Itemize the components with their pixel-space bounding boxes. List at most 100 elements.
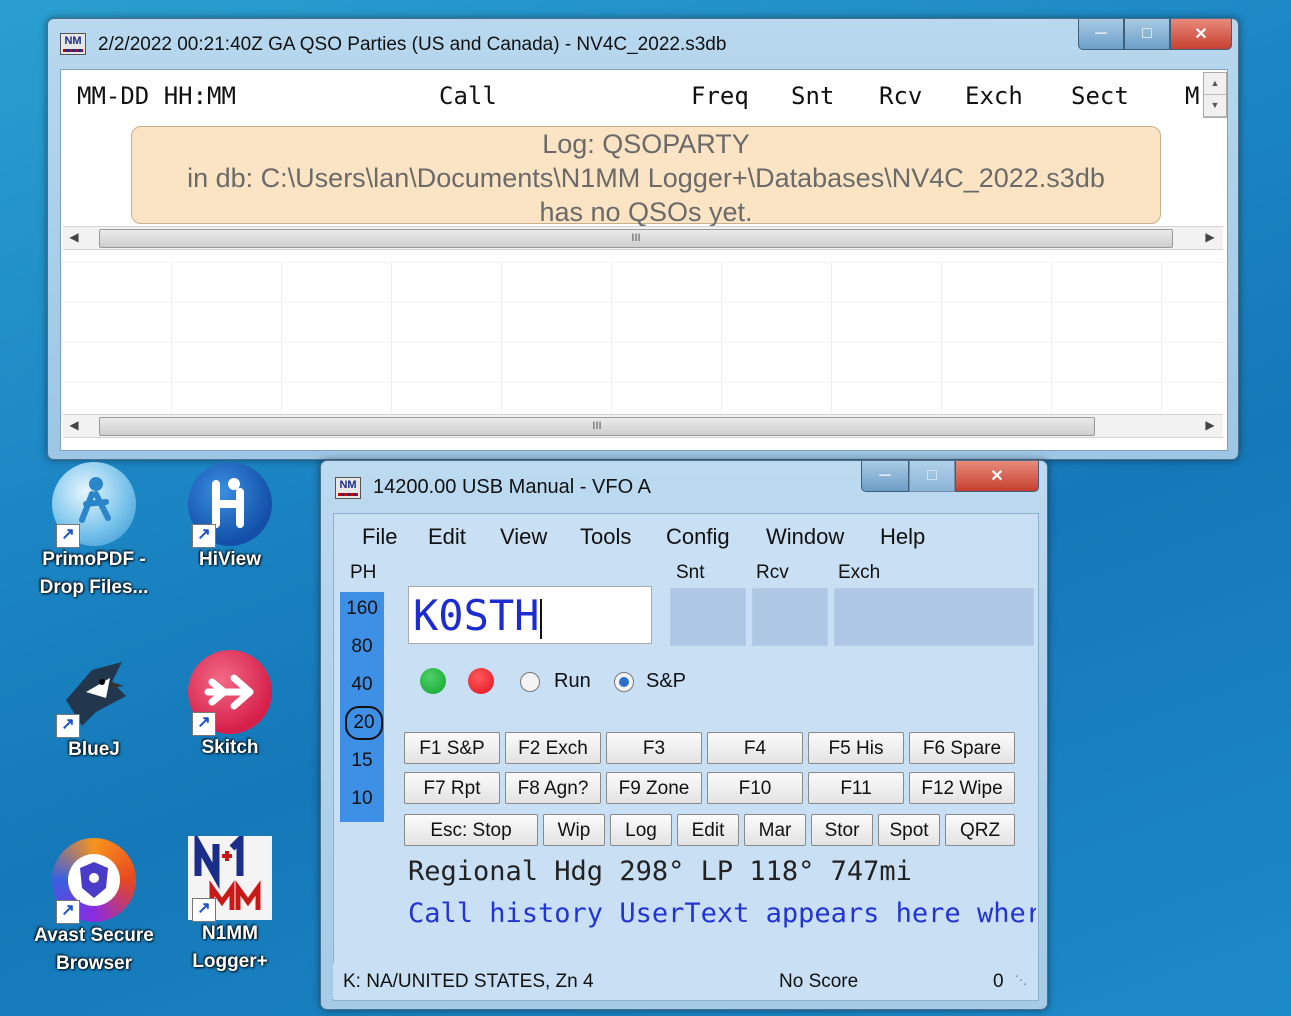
minimize-button[interactable]: ─ xyxy=(861,461,909,492)
shortcut-arrow-icon: ↗ xyxy=(56,524,80,548)
log-horizontal-scrollbar-top[interactable]: ◀ III ▶ xyxy=(63,226,1223,250)
band-160[interactable]: 160 xyxy=(340,598,384,620)
band-15[interactable]: 15 xyxy=(340,750,384,772)
green-status-light xyxy=(420,668,446,694)
scroll-left-icon[interactable]: ◀ xyxy=(67,230,81,244)
status-score: No Score xyxy=(779,971,859,992)
rcv-input[interactable] xyxy=(752,588,828,646)
column-date-time[interactable]: MM-DD HH:MM xyxy=(77,82,236,110)
scroll-up-icon[interactable]: ▲ xyxy=(1204,73,1226,95)
n1mm-icon: ↗ xyxy=(188,830,272,922)
resize-grip-icon[interactable]: ⋱ xyxy=(1015,973,1027,987)
hiview-icon: ↗ xyxy=(188,462,272,548)
f8-agn-button[interactable]: F8 Agn? xyxy=(505,772,601,804)
scroll-grip: III xyxy=(631,232,641,244)
f9-zone-button[interactable]: F9 Zone xyxy=(606,772,702,804)
menu-config[interactable]: Config xyxy=(666,524,730,550)
scroll-right-icon[interactable]: ▶ xyxy=(1203,418,1217,432)
heading-info: Regional Hdg 298° LP 118° 747mi xyxy=(408,856,912,887)
column-freq[interactable]: Freq xyxy=(691,82,749,110)
desktop-icon-skitch[interactable]: ↗ Skitch xyxy=(170,650,290,762)
scroll-right-icon[interactable]: ▶ xyxy=(1203,230,1217,244)
f11-button[interactable]: F11 xyxy=(808,772,904,804)
desktop-icon-avast[interactable]: ↗ Avast Secure Browser xyxy=(34,838,154,978)
run-label: Run xyxy=(554,670,591,692)
shortcut-arrow-icon: ↗ xyxy=(192,524,216,548)
f6-spare-button[interactable]: F6 Spare xyxy=(909,732,1015,764)
menu-window[interactable]: Window xyxy=(766,524,844,550)
f2-exch-button[interactable]: F2 Exch xyxy=(505,732,601,764)
mark-button[interactable]: Mar xyxy=(744,814,806,846)
maximize-button[interactable]: □ xyxy=(1124,19,1170,50)
band-20-selected[interactable]: 20 xyxy=(345,706,383,740)
no-qsos-message: Log: QSOPARTY in db: C:\Users\lan\Docume… xyxy=(131,126,1161,227)
scroll-thumb[interactable]: III xyxy=(99,417,1095,436)
callsign-input[interactable]: K0STH xyxy=(408,586,652,644)
log-secondary-grid[interactable] xyxy=(61,262,1227,422)
band-10[interactable]: 10 xyxy=(340,788,384,810)
run-radio[interactable] xyxy=(520,672,540,692)
band-80[interactable]: 80 xyxy=(340,636,384,658)
menu-file[interactable]: File xyxy=(362,524,397,550)
close-button[interactable]: ✕ xyxy=(1170,19,1232,50)
rcv-label: Rcv xyxy=(756,562,789,583)
scroll-thumb[interactable]: III xyxy=(99,229,1173,248)
entry-window-title: 14200.00 USB Manual - VFO A xyxy=(373,476,651,498)
mode-label[interactable]: PH xyxy=(350,562,376,584)
snt-input[interactable] xyxy=(670,588,746,646)
entry-window-body: File Edit View Tools Config Window Help … xyxy=(333,513,1039,1001)
scroll-down-icon[interactable]: ▼ xyxy=(1204,95,1226,117)
desktop-icon-hiview[interactable]: ↗ HiView xyxy=(170,462,290,574)
call-history-text: Call history UserText appears here wher xyxy=(408,898,1036,929)
menu-edit[interactable]: Edit xyxy=(428,524,466,550)
f5-his-button[interactable]: F5 His xyxy=(808,732,904,764)
band-40[interactable]: 40 xyxy=(340,674,384,696)
menu-help[interactable]: Help xyxy=(880,524,925,550)
spot-button[interactable]: Spot xyxy=(878,814,940,846)
callsign-value: K0STH xyxy=(413,591,540,640)
column-sect[interactable]: Sect xyxy=(1071,82,1129,110)
log-horizontal-scrollbar-bottom[interactable]: ◀ III ▶ xyxy=(63,414,1223,438)
column-rcv[interactable]: Rcv xyxy=(879,82,922,110)
minimize-button[interactable]: ─ xyxy=(1078,19,1124,50)
f12-wipe-button[interactable]: F12 Wipe xyxy=(909,772,1015,804)
scroll-left-icon[interactable]: ◀ xyxy=(67,418,81,432)
log-window-titlebar[interactable]: NM 2/2/2022 00:21:40Z GA QSO Parties (US… xyxy=(48,19,1238,69)
log-vertical-scrollbar[interactable]: ▲ ▼ xyxy=(1203,72,1227,118)
f3-button[interactable]: F3 xyxy=(606,732,702,764)
desktop-icon-n1mm[interactable]: ↗ N1MM Logger+ xyxy=(170,830,290,976)
f10-button[interactable]: F10 xyxy=(707,772,803,804)
exch-label: Exch xyxy=(838,562,881,583)
edit-button[interactable]: Edit xyxy=(677,814,739,846)
store-button[interactable]: Stor xyxy=(811,814,873,846)
exch-input[interactable] xyxy=(834,588,1034,646)
close-button[interactable]: ✕ xyxy=(955,461,1039,492)
status-bar: K: NA/UNITED STATES, Zn 4 No Score 0 ⋱ xyxy=(333,963,1037,999)
f1-sp-button[interactable]: F1 S&P xyxy=(404,732,500,764)
log-grid[interactable]: MM-DD HH:MM Call Freq Snt Rcv Exch Sect … xyxy=(60,69,1228,451)
primopdf-icon: ↗ xyxy=(52,462,136,548)
f4-button[interactable]: F4 xyxy=(707,732,803,764)
column-exch[interactable]: Exch xyxy=(965,82,1023,110)
shortcut-arrow-icon: ↗ xyxy=(56,714,80,738)
qrz-button[interactable]: QRZ xyxy=(945,814,1015,846)
close-icon: ✕ xyxy=(990,468,1004,485)
sp-radio-selected[interactable] xyxy=(614,672,634,692)
column-snt[interactable]: Snt xyxy=(791,82,834,110)
column-call[interactable]: Call xyxy=(439,82,497,110)
snt-label: Snt xyxy=(676,562,705,583)
column-m-partial[interactable]: M xyxy=(1185,82,1199,110)
wipe-button[interactable]: Wip xyxy=(543,814,605,846)
f7-rpt-button[interactable]: F7 Rpt xyxy=(404,772,500,804)
entry-window-titlebar[interactable]: NM 14200.00 USB Manual - VFO A ─ □ ✕ xyxy=(321,461,1047,511)
esc-stop-button[interactable]: Esc: Stop xyxy=(404,814,538,846)
message-line-2: in db: C:\Users\lan\Documents\N1MM Logge… xyxy=(187,163,1105,193)
menu-tools[interactable]: Tools xyxy=(580,524,631,550)
maximize-icon: □ xyxy=(927,467,937,484)
log-button[interactable]: Log xyxy=(610,814,672,846)
desktop-icon-primopdf[interactable]: ↗ PrimoPDF - Drop Files... xyxy=(34,462,154,602)
close-icon: ✕ xyxy=(1194,26,1208,43)
desktop-icon-label: HiView xyxy=(199,549,261,570)
desktop-icon-bluej[interactable]: ↗ BlueJ xyxy=(34,652,154,764)
menu-view[interactable]: View xyxy=(500,524,547,550)
